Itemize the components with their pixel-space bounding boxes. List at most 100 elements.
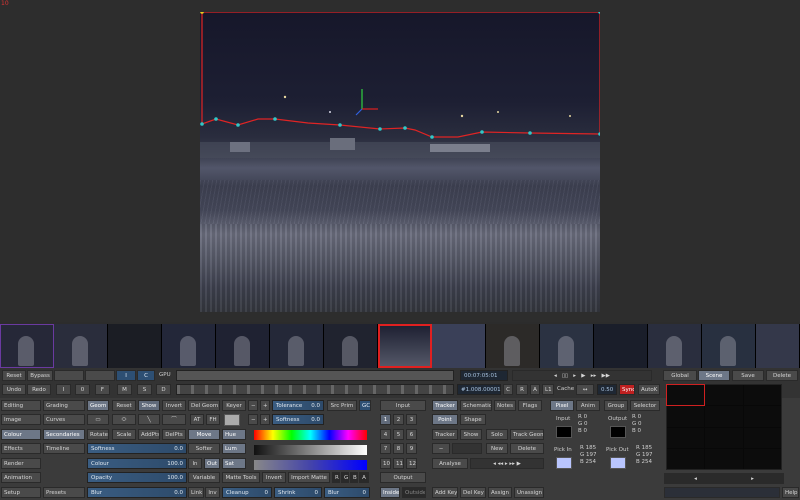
clip-thumb[interactable] <box>0 324 54 368</box>
reset-button[interactable]: Reset <box>2 370 26 381</box>
keypad-11[interactable]: 11 <box>393 458 404 469</box>
outside-button[interactable]: Outside <box>402 487 426 498</box>
shape-button[interactable]: Shape <box>460 414 486 425</box>
menu-timeline[interactable]: Timeline <box>43 443 85 454</box>
matte-tools-button[interactable]: Matte Tools <box>222 472 260 483</box>
point-button[interactable]: Point <box>432 414 458 425</box>
shape-overlay[interactable] <box>200 12 600 312</box>
transport-controls[interactable]: ◂ ▯▯ ▸ ▶ ▸▸ ▶▶ <box>512 370 652 381</box>
line-shape-button[interactable]: ╲ <box>138 414 160 425</box>
keypad-4[interactable]: 4 <box>380 429 391 440</box>
cleanup-slider[interactable]: Cleanup 0 <box>222 487 272 498</box>
add-key-button[interactable]: Add Key <box>432 487 458 498</box>
clip-thumb[interactable] <box>486 324 540 368</box>
grid-cell[interactable] <box>667 448 705 469</box>
timeline-ruler[interactable] <box>176 384 454 395</box>
group-tab[interactable]: Group <box>604 400 628 411</box>
pick-out-swatch[interactable] <box>610 457 626 469</box>
pick-in-swatch[interactable] <box>556 457 572 469</box>
sync-button[interactable]: Sync <box>619 384 635 395</box>
undo-button[interactable]: Undo <box>2 384 26 395</box>
menu-grading[interactable]: Grading <box>43 400 85 411</box>
assign-button[interactable]: Assign <box>488 487 512 498</box>
key-blur-slider[interactable]: Blur 0 <box>324 487 370 498</box>
tracker-delete-button[interactable]: Delete <box>510 443 544 454</box>
clip-thumb[interactable] <box>756 324 800 368</box>
autok-button[interactable]: AutoK <box>638 384 660 395</box>
menu-colour[interactable]: Colour <box>1 429 41 440</box>
menu-curves[interactable]: Curves <box>43 414 85 425</box>
notes-tab[interactable]: Notes <box>494 400 516 411</box>
clip-thumb[interactable] <box>540 324 594 368</box>
import-matte-button[interactable]: Import Matte <box>288 472 330 483</box>
pixel-tab[interactable]: Pixel <box>550 400 574 411</box>
clip-thumb[interactable] <box>324 324 378 368</box>
blank-button[interactable] <box>54 370 84 381</box>
speed-field[interactable]: 0.50 <box>597 384 617 395</box>
grid-cell[interactable] <box>743 427 781 448</box>
grid-cell[interactable] <box>705 385 743 406</box>
selector-grid[interactable] <box>665 383 782 470</box>
menu-setup[interactable]: Setup <box>1 487 41 498</box>
grid-cell[interactable] <box>743 406 781 427</box>
clip-thumb[interactable] <box>54 324 108 368</box>
grid-cell[interactable] <box>667 427 705 448</box>
bypass-button[interactable]: Bypass <box>27 370 53 381</box>
keypad-12[interactable]: 12 <box>406 458 417 469</box>
sat-toggle[interactable]: Sat <box>222 458 246 469</box>
rect-shape-button[interactable]: ▭ <box>87 414 109 425</box>
analyse-button[interactable]: Analyse <box>432 458 468 469</box>
del-pts-button[interactable]: DelPts <box>162 429 186 440</box>
clip-thumb[interactable] <box>702 324 756 368</box>
softer-button[interactable]: Softer <box>188 443 220 454</box>
selector-tab[interactable]: Selector <box>630 400 660 411</box>
key-d-button[interactable]: D <box>156 384 171 395</box>
out-button[interactable]: Out <box>204 458 220 469</box>
link-button[interactable]: Link <box>188 487 204 498</box>
scene-button[interactable]: Scene <box>698 370 730 381</box>
matte-invert-button[interactable]: Invert <box>262 472 286 483</box>
tracker-minus-button[interactable]: − <box>432 443 450 454</box>
sat-range-bar[interactable] <box>254 460 367 470</box>
lum-range-bar[interactable] <box>254 445 367 455</box>
opacity-slider[interactable]: Opacity 100.0 <box>87 472 187 483</box>
delete-button[interactable]: Delete <box>766 370 798 381</box>
fh-button[interactable]: FH <box>206 414 220 425</box>
tracker-tab[interactable]: Tracker <box>432 400 458 411</box>
add-pts-button[interactable]: AddPts <box>138 429 160 440</box>
at-button[interactable]: AT <box>190 414 204 425</box>
geom-invert-button[interactable]: Invert <box>162 400 186 411</box>
analyse-transport[interactable]: ◂ ◂◂ ▸ ▸▸ ▶ <box>470 458 544 469</box>
menu-presets[interactable]: Presets <box>43 487 85 498</box>
grid-cell[interactable] <box>705 427 743 448</box>
clip-thumb[interactable] <box>216 324 270 368</box>
tolerance-plus[interactable]: + <box>260 400 270 411</box>
keypad-5[interactable]: 5 <box>393 429 404 440</box>
tracker-show-button[interactable]: Show <box>460 429 482 440</box>
key-colour-swatch[interactable] <box>224 414 240 426</box>
clip-thumb[interactable] <box>162 324 216 368</box>
del-geom-button[interactable]: Del Geom <box>188 400 220 411</box>
tolerance-minus[interactable]: − <box>248 400 258 411</box>
c-toggle[interactable]: C <box>503 384 513 395</box>
save-button[interactable]: Save <box>732 370 764 381</box>
io-input-button[interactable]: Input <box>380 400 426 411</box>
tracker-new-button[interactable]: New <box>486 443 508 454</box>
keypad-6[interactable]: 6 <box>406 429 417 440</box>
frame-id-field[interactable]: #1.008.00001 <box>457 384 501 395</box>
menu-animation[interactable]: Animation <box>1 472 41 483</box>
geom-button[interactable]: Geom <box>87 400 109 411</box>
in-button[interactable]: In <box>188 458 202 469</box>
hue-toggle[interactable]: Hue <box>222 429 246 440</box>
lum-toggle[interactable]: Lum <box>222 443 246 454</box>
menu-editing[interactable]: Editing <box>1 400 41 411</box>
scale-button[interactable]: Scale <box>112 429 136 440</box>
del-key-button[interactable]: Del Key <box>460 487 486 498</box>
clip-thumb[interactable] <box>648 324 702 368</box>
freehand-shape-button[interactable]: ⌒ <box>162 414 186 425</box>
i-button[interactable]: I <box>116 370 136 381</box>
key-f-button[interactable]: F <box>95 384 110 395</box>
anim-tab[interactable]: Anim <box>576 400 600 411</box>
blur-slider[interactable]: Blur 0.0 <box>87 487 187 498</box>
matte-b-button[interactable]: B <box>350 472 358 483</box>
